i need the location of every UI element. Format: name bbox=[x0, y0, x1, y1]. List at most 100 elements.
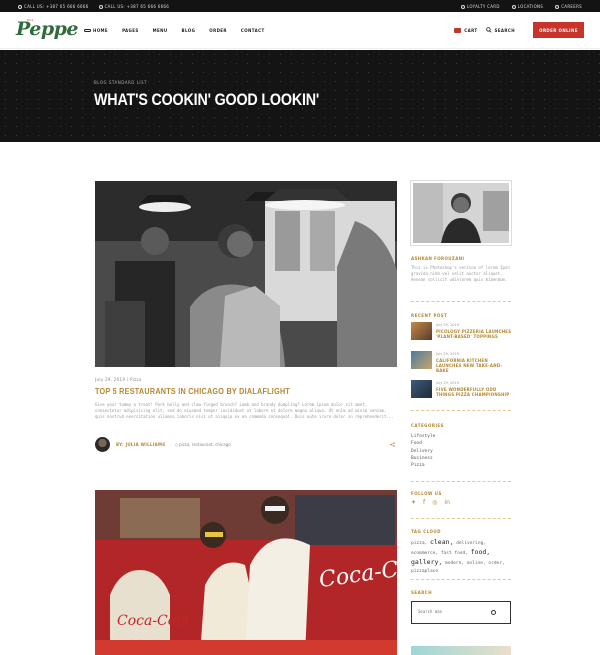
main-header: fine Peppe HOME PAGES MENU BLOG ORDER CO… bbox=[0, 12, 600, 49]
search-icon[interactable] bbox=[491, 610, 496, 615]
nav-item-contact[interactable]: CONTACT bbox=[241, 28, 265, 33]
author-bio: This is Photoshop's version of lorem Ips… bbox=[411, 265, 510, 282]
recent-post-title[interactable]: PICOLOGY PIZZERIA LAUNCHES 'PLANT-BASED'… bbox=[436, 329, 514, 339]
tag-link[interactable]: clean, bbox=[430, 538, 453, 546]
nav-item-menu[interactable]: MENU bbox=[153, 28, 168, 33]
tag-link[interactable]: ecommerce, bbox=[411, 551, 438, 556]
loyalty-card-label: LOYALTY CARD bbox=[467, 4, 500, 9]
tag-link[interactable]: order, bbox=[488, 561, 504, 566]
recent-post-thumbnail bbox=[411, 322, 432, 340]
search-input[interactable] bbox=[418, 609, 488, 614]
nav-item-pages[interactable]: PAGES bbox=[122, 28, 139, 33]
follow-us-heading: FOLLOW US bbox=[411, 491, 442, 496]
instagram-icon[interactable]: ◎ bbox=[432, 499, 437, 506]
avatar[interactable] bbox=[95, 436, 110, 452]
divider bbox=[411, 301, 511, 302]
tag-link[interactable]: food, bbox=[471, 548, 491, 556]
category-item-pizza[interactable]: Pizza bbox=[411, 462, 435, 469]
tag-link[interactable]: modern, bbox=[445, 561, 464, 566]
home-icon bbox=[84, 29, 91, 32]
nav-item-order[interactable]: ORDER bbox=[209, 28, 227, 33]
locations-label: LOCATIONS bbox=[517, 4, 544, 9]
phone-icon bbox=[98, 4, 103, 9]
careers-label: CAREERS bbox=[561, 4, 582, 9]
page-hero: BLOG STANDARD LIST WHAT'S COOKIN' GOOD L… bbox=[0, 50, 600, 142]
author-photo bbox=[411, 181, 511, 245]
coca-cola-bottle-label: Coca-Cola bbox=[117, 613, 189, 629]
categories-list: Lifestyle Food Delivery Business Pizza bbox=[411, 433, 435, 469]
main-nav: HOME PAGES MENU BLOG ORDER CONTACT bbox=[84, 28, 265, 33]
recent-post-item[interactable]: July 29, 2019 FIVE WONDERFULLY ODD THING… bbox=[411, 380, 513, 400]
post-author-row: BY: JULIA WILLIAMS ▯ pizza, restaurant, … bbox=[95, 436, 397, 452]
search-button[interactable]: SEARCH bbox=[485, 27, 515, 33]
divider bbox=[411, 579, 511, 580]
cart-button[interactable]: CART bbox=[454, 27, 478, 33]
search-label: SEARCH bbox=[494, 27, 515, 33]
social-links: ✦ f ◎ in bbox=[411, 499, 450, 506]
sidebar-search-box bbox=[411, 601, 511, 624]
nav-label-home: HOME bbox=[93, 28, 109, 33]
phone-icon bbox=[18, 4, 22, 9]
recent-post-date: July 29, 2019 bbox=[436, 352, 459, 356]
categories-heading: CATEGORIES bbox=[411, 423, 445, 428]
post-featured-image[interactable] bbox=[95, 181, 397, 367]
linkedin-icon[interactable]: in bbox=[444, 499, 449, 506]
locations-link[interactable]: LOCATIONS bbox=[511, 4, 544, 9]
loyalty-card-link[interactable]: LOYALTY CARD bbox=[461, 4, 500, 9]
divider bbox=[411, 410, 511, 411]
divider bbox=[411, 518, 511, 519]
recent-post-date: July 29, 2019 bbox=[436, 381, 459, 385]
sidebar-banner-image[interactable] bbox=[411, 646, 511, 655]
order-online-button[interactable]: ORDER ONLINE bbox=[533, 22, 584, 38]
page-title: WHAT'S COOKIN' GOOD LOOKIN' bbox=[94, 90, 320, 109]
category-item-business[interactable]: Business bbox=[411, 455, 435, 462]
recent-post-title[interactable]: FIVE WONDERFULLY ODD THINGS PIZZA CHAMPI… bbox=[436, 387, 514, 397]
tag-link[interactable]: delivering, bbox=[456, 541, 486, 546]
recent-post-heading: RECENT POST bbox=[411, 313, 448, 318]
recent-post-date: July 29, 2019 bbox=[436, 323, 459, 327]
call-link-2[interactable]: CALL US: +387 65 666 6666 bbox=[98, 4, 170, 9]
breadcrumb: BLOG STANDARD LIST bbox=[94, 80, 148, 85]
tag-link[interactable]: fast food, bbox=[441, 551, 468, 556]
tag-link[interactable]: pizzaplace bbox=[411, 569, 438, 574]
tag-cloud-heading: TAG CLOUD bbox=[411, 529, 441, 534]
facebook-icon[interactable]: f bbox=[423, 499, 425, 506]
tag-link[interactable]: gallery, bbox=[411, 558, 442, 566]
post-meta: July 29, 2019 / Pizza bbox=[95, 377, 142, 382]
divider bbox=[411, 481, 511, 482]
call-link-1[interactable]: CALL US: +387 65 666 6666 bbox=[18, 4, 89, 9]
card-icon bbox=[461, 4, 466, 9]
cart-label: CART bbox=[464, 27, 478, 33]
post-2-featured-image[interactable]: Coca-Cola Coca-Cola bbox=[95, 490, 397, 655]
recent-post-thumbnail bbox=[411, 380, 432, 398]
tag-link[interactable]: pizza, bbox=[411, 541, 427, 546]
post-title[interactable]: TOP 5 RESTAURANTS IN CHICAGO BY DIALAFLI… bbox=[95, 387, 290, 396]
location-icon bbox=[511, 4, 516, 9]
nav-item-blog[interactable]: BLOG bbox=[182, 28, 196, 33]
nav-item-home[interactable]: HOME bbox=[84, 28, 108, 33]
top-utility-bar: CALL US: +387 65 666 6666 CALL US: +387 … bbox=[0, 0, 600, 12]
search-heading: SEARCH bbox=[411, 590, 433, 595]
call-label-1: CALL US: +387 65 666 6666 bbox=[24, 4, 89, 9]
cart-icon bbox=[454, 27, 462, 33]
recent-post-title[interactable]: CALIFORNIA KITCHEN LAUNCHES NEW TAKE-AND… bbox=[436, 358, 514, 373]
careers-link[interactable]: CAREERS bbox=[555, 4, 582, 9]
careers-icon bbox=[555, 4, 560, 9]
twitter-icon[interactable]: ✦ bbox=[411, 499, 416, 506]
call-label-2: CALL US: +387 65 666 6666 bbox=[104, 4, 170, 9]
share-icon[interactable] bbox=[390, 442, 395, 447]
author-name: ASHKAN FOROUZANI bbox=[411, 256, 465, 261]
tag-cloud: pizza, clean, delivering, ecommerce, fas… bbox=[411, 538, 515, 576]
recent-post-item[interactable]: July 29, 2019 CALIFORNIA KITCHEN LAUNCHE… bbox=[411, 351, 514, 373]
recent-post-item[interactable]: July 29, 2019 PICOLOGY PIZZERIA LAUNCHES… bbox=[411, 322, 513, 342]
search-icon bbox=[485, 27, 492, 33]
category-item-food[interactable]: Food bbox=[411, 440, 435, 447]
tag-link[interactable]: online, bbox=[467, 561, 486, 566]
recent-post-thumbnail bbox=[411, 351, 432, 369]
site-logo[interactable]: Peppe bbox=[16, 18, 79, 40]
category-item-delivery[interactable]: Delivery bbox=[411, 448, 435, 455]
header-actions: CART SEARCH ORDER ONLINE bbox=[454, 22, 584, 38]
post-tags: ▯ pizza, restaurant, chicago bbox=[175, 441, 231, 447]
category-item-lifestyle[interactable]: Lifestyle bbox=[411, 433, 435, 440]
post-author[interactable]: BY: JULIA WILLIAMS bbox=[116, 442, 165, 447]
